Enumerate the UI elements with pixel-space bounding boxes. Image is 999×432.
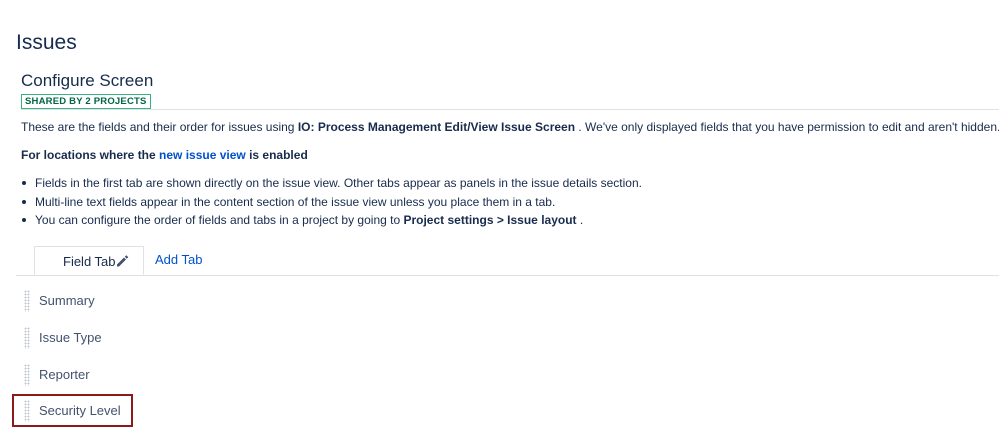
configure-screen-page: Issues Configure Screen SHARED BY 2 PROJ…: [0, 0, 999, 432]
drag-handle-icon[interactable]: [24, 326, 30, 349]
screen-tabs: Field Tab Add Tab: [16, 246, 999, 276]
description-suffix: . We've only displayed fields that you h…: [575, 120, 999, 134]
screen-name: IO: Process Management Edit/View Issue S…: [297, 120, 576, 134]
project-settings-path: Project settings > Issue layout: [403, 213, 577, 227]
pencil-icon[interactable]: [115, 254, 129, 268]
locations-suffix: is enabled: [245, 148, 308, 162]
page-title: Issues: [16, 31, 77, 54]
bullet-item: Multi-line text fields appear in the con…: [21, 194, 642, 213]
add-tab-button[interactable]: Add Tab: [155, 246, 202, 275]
bullet-prefix: You can configure the order of fields an…: [35, 213, 404, 227]
screen-header: Configure Screen SHARED BY 2 PROJECTS: [21, 71, 999, 110]
description-prefix: These are the fields and their order for…: [21, 120, 298, 134]
security-level-highlight-box: [12, 394, 133, 427]
tab-label: Field Tab: [63, 254, 116, 269]
tab-field-tab[interactable]: Field Tab: [34, 246, 144, 275]
screen-description: These are the fields and their order for…: [21, 120, 999, 134]
info-bullet-list: Fields in the first tab are shown direct…: [21, 175, 642, 231]
bullet-suffix: .: [576, 213, 584, 227]
drag-handle-icon[interactable]: [24, 290, 30, 312]
locations-heading: For locations where the new issue view i…: [21, 148, 308, 162]
new-issue-view-link[interactable]: new issue view: [159, 148, 246, 162]
locations-prefix: For locations where the: [21, 148, 160, 162]
bullet-item: Fields in the first tab are shown direct…: [21, 175, 642, 194]
screen-subtitle: Configure Screen: [21, 71, 154, 90]
field-label: Summary: [39, 293, 95, 308]
field-label: Issue Type: [39, 329, 102, 345]
field-label: Reporter: [39, 366, 90, 382]
drag-handle-icon[interactable]: [24, 363, 30, 386]
bullet-item: You can configure the order of fields an…: [21, 212, 642, 231]
shared-projects-badge[interactable]: SHARED BY 2 PROJECTS: [21, 94, 151, 109]
